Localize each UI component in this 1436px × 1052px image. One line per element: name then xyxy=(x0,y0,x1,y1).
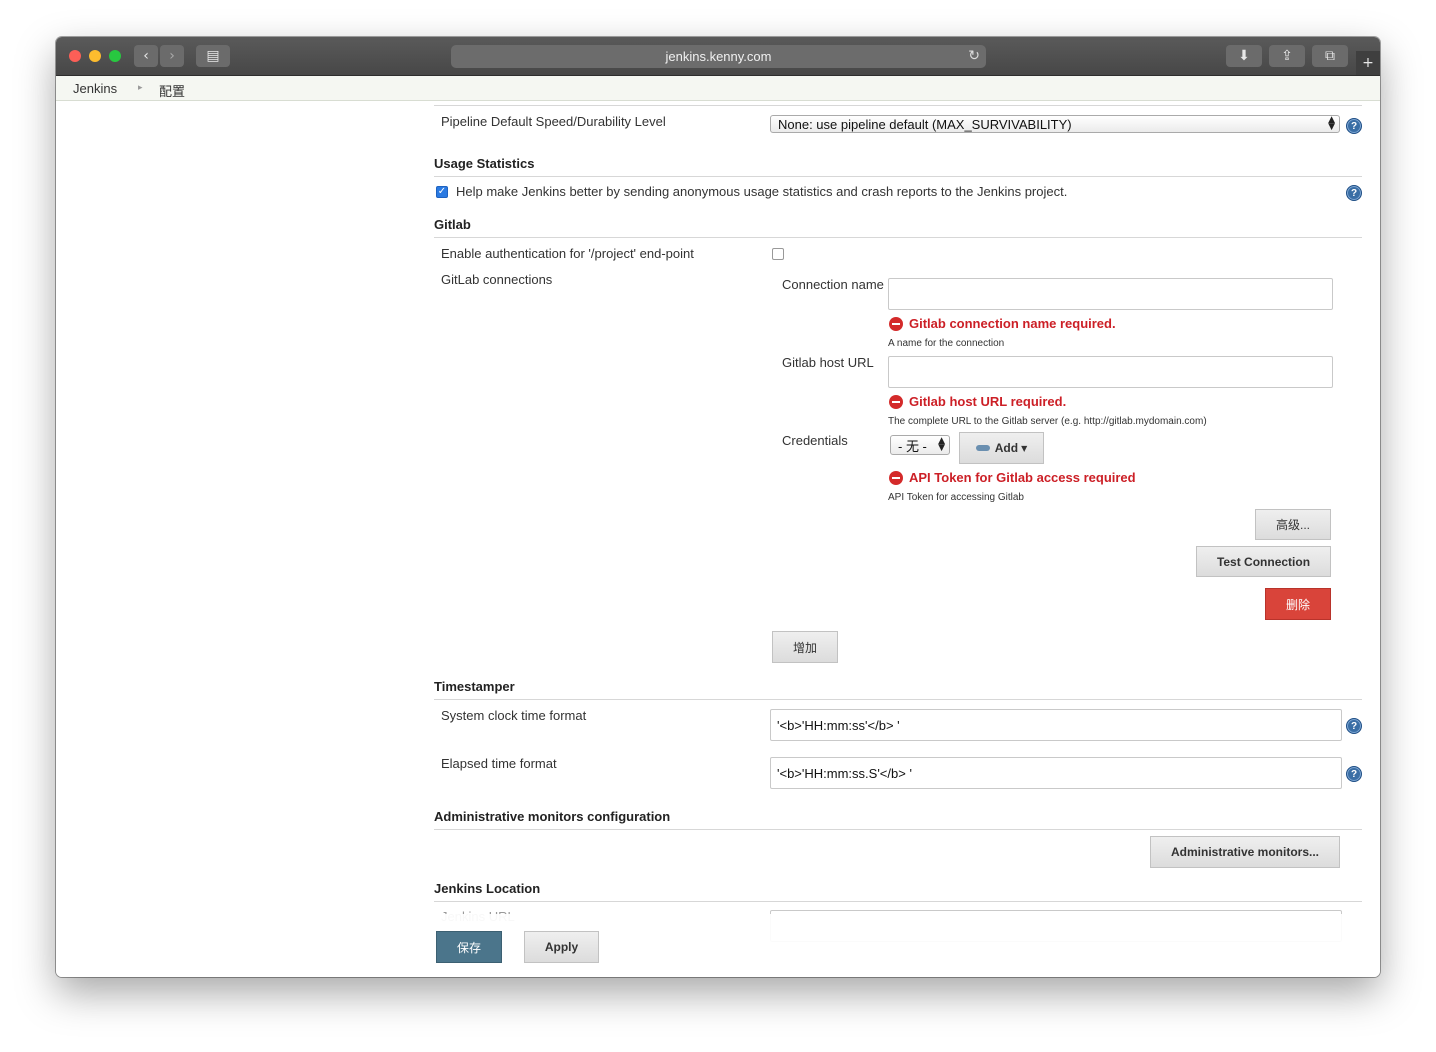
breadcrumb-chevron-icon: ▸ xyxy=(138,82,143,92)
share-icon[interactable]: ⇪ xyxy=(1269,45,1305,67)
add-credentials-button[interactable]: Add ▼ xyxy=(959,432,1044,464)
reload-icon[interactable]: ↻ xyxy=(968,48,980,64)
help-icon[interactable]: ? xyxy=(1346,766,1362,782)
address-bar[interactable]: jenkins.kenny.com ↻ xyxy=(451,45,986,68)
add-connection-button[interactable]: 增加 xyxy=(772,631,838,663)
sidebar-icon[interactable]: ▤ xyxy=(196,45,230,67)
divider xyxy=(434,901,1362,902)
timestamper-heading: Timestamper xyxy=(434,679,515,694)
admin-monitors-button[interactable]: Administrative monitors... xyxy=(1150,836,1340,868)
error-icon xyxy=(889,471,903,485)
help-icon[interactable]: ? xyxy=(1346,718,1362,734)
apply-button[interactable]: Apply xyxy=(524,931,599,963)
breadcrumb: Jenkins ▸ 配置 xyxy=(56,76,1380,101)
usage-statistics-heading: Usage Statistics xyxy=(434,156,535,171)
minimize-window-button[interactable] xyxy=(89,50,101,62)
forward-icon[interactable]: › xyxy=(160,45,184,67)
tabs-icon[interactable]: ⧉ xyxy=(1312,45,1348,67)
divider xyxy=(434,699,1362,700)
error-icon xyxy=(889,317,903,331)
divider xyxy=(434,176,1362,177)
host-url-input[interactable] xyxy=(888,356,1333,388)
elapsed-time-label: Elapsed time format xyxy=(441,756,557,771)
system-clock-label: System clock time format xyxy=(441,708,587,723)
host-url-label: Gitlab host URL xyxy=(782,355,874,370)
url-text: jenkins.kenny.com xyxy=(665,49,772,64)
divider xyxy=(434,829,1362,830)
pipeline-durability-value: None: use pipeline default (MAX_SURVIVAB… xyxy=(778,116,1072,132)
credentials-label: Credentials xyxy=(782,433,848,448)
close-window-button[interactable] xyxy=(69,50,81,62)
breadcrumb-configure[interactable]: 配置 xyxy=(159,81,185,100)
host-url-hint: The complete URL to the Gitlab server (e… xyxy=(888,416,1207,427)
gitlab-connections-label: GitLab connections xyxy=(441,272,553,287)
browser-window: ‹ › ▤ jenkins.kenny.com ↻ ⬇ ⇪ ⧉ + Jenkin… xyxy=(56,37,1380,977)
error-icon xyxy=(889,395,903,409)
back-icon[interactable]: ‹ xyxy=(134,45,158,67)
divider xyxy=(434,105,1362,106)
help-icon[interactable]: ? xyxy=(1346,118,1362,134)
credentials-hint: API Token for accessing Gitlab xyxy=(888,492,1024,503)
test-connection-button[interactable]: Test Connection xyxy=(1196,546,1331,577)
advanced-button[interactable]: 高级... xyxy=(1255,509,1331,540)
connection-name-error: Gitlab connection name required. xyxy=(909,316,1116,331)
delete-connection-button[interactable]: 删除 xyxy=(1265,588,1331,620)
usage-statistics-checkbox[interactable]: ✓ xyxy=(436,186,448,198)
credentials-error: API Token for Gitlab access required xyxy=(909,470,1136,485)
config-form: Pipeline Default Speed/Durability Level … xyxy=(56,101,1380,977)
admin-monitors-heading: Administrative monitors configuration xyxy=(434,809,671,824)
breadcrumb-jenkins[interactable]: Jenkins xyxy=(73,81,117,96)
add-credentials-label: Add xyxy=(994,441,1019,455)
select-arrows-icon: ▲ ▼ xyxy=(938,436,945,453)
connection-name-hint: A name for the connection xyxy=(888,338,1005,349)
select-arrows-icon: ▲ ▼ xyxy=(1328,115,1335,132)
gitlab-heading: Gitlab xyxy=(434,217,471,232)
connection-name-input[interactable] xyxy=(888,278,1333,310)
pipeline-durability-select[interactable]: None: use pipeline default (MAX_SURVIVAB… xyxy=(770,115,1340,133)
form-footer xyxy=(56,914,1380,977)
zoom-window-button[interactable] xyxy=(109,50,121,62)
jenkins-location-heading: Jenkins Location xyxy=(434,881,541,896)
new-tab-icon[interactable]: + xyxy=(1356,51,1380,75)
host-url-error: Gitlab host URL required. xyxy=(909,394,1067,409)
download-icon[interactable]: ⬇ xyxy=(1226,45,1262,67)
pipeline-durability-label: Pipeline Default Speed/Durability Level xyxy=(441,114,666,129)
save-button[interactable]: 保存 xyxy=(436,931,502,963)
caret-down-icon: ▼ xyxy=(1021,443,1028,453)
usage-statistics-label: Help make Jenkins better by sending anon… xyxy=(456,184,1068,199)
divider xyxy=(434,237,1362,238)
credentials-value: - 无 - xyxy=(898,438,927,454)
credentials-select[interactable]: - 无 - ▲ ▼ xyxy=(890,435,950,455)
browser-toolbar: ‹ › ▤ jenkins.kenny.com ↻ ⬇ ⇪ ⧉ + xyxy=(56,37,1380,76)
key-icon xyxy=(975,445,990,451)
system-clock-input[interactable]: '<b>'HH:mm:ss'</b> ' xyxy=(770,709,1342,741)
help-icon[interactable]: ? xyxy=(1346,185,1362,201)
elapsed-time-input[interactable]: '<b>'HH:mm:ss.S'</b> ' xyxy=(770,757,1342,789)
connection-name-label: Connection name xyxy=(782,277,884,292)
gitlab-auth-label: Enable authentication for '/project' end… xyxy=(441,246,694,261)
gitlab-auth-checkbox[interactable] xyxy=(772,248,784,260)
